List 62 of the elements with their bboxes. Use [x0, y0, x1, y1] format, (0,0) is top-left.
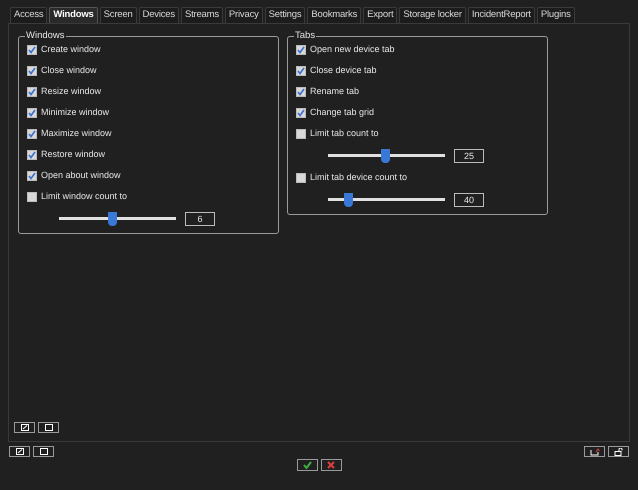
checkbox[interactable]	[27, 171, 37, 181]
uncheck-all-button[interactable]	[38, 422, 59, 433]
checked-box-icon	[20, 424, 28, 431]
checkbox[interactable]	[27, 150, 37, 160]
slider-thumb[interactable]	[108, 212, 117, 226]
uncheck-all-button[interactable]	[33, 446, 54, 457]
cancel-button[interactable]	[320, 459, 342, 471]
tab[interactable]: Bookmarks	[307, 7, 362, 23]
checkbox[interactable]	[296, 66, 306, 76]
tab[interactable]: Plugins	[536, 7, 575, 23]
tab[interactable]: Devices	[138, 7, 179, 23]
tab[interactable]: IncidentReport	[468, 7, 535, 23]
tab[interactable]: Streams	[180, 7, 223, 23]
checkbox-option[interactable]: Open about window	[27, 169, 270, 183]
check-all-button[interactable]	[9, 446, 30, 457]
tab[interactable]: Access	[10, 7, 48, 23]
checkbox-option[interactable]: Change tab grid	[296, 106, 539, 120]
checkbox[interactable]	[27, 192, 37, 202]
checkbox-option[interactable]: Limit tab device count to	[296, 171, 539, 185]
checkbox-option[interactable]: Resize window	[27, 85, 270, 99]
checkbox-option[interactable]: Restore window	[27, 148, 270, 162]
checkbox-option[interactable]: Limit window count to	[27, 190, 270, 204]
checkbox[interactable]	[27, 87, 37, 97]
checkbox[interactable]	[27, 66, 37, 76]
empty-box-icon	[40, 448, 48, 455]
export-button[interactable]	[584, 446, 605, 457]
slider-thumb[interactable]	[344, 193, 353, 207]
checkbox-option[interactable]: Open new device tab	[296, 43, 539, 57]
checkbox[interactable]	[296, 45, 306, 55]
tab[interactable]: Windows	[49, 7, 98, 23]
slider-thumb[interactable]	[381, 149, 390, 163]
value-field[interactable]: 6	[185, 212, 215, 226]
check-all-button[interactable]	[14, 422, 35, 433]
checkbox[interactable]	[296, 108, 306, 118]
empty-box-icon	[44, 424, 52, 431]
tab[interactable]: Screen	[100, 7, 137, 23]
checkbox-option[interactable]: Minimize window	[27, 106, 270, 120]
checkbox-option[interactable]: Close window	[27, 64, 270, 78]
checkbox[interactable]	[296, 87, 306, 97]
checkbox-option[interactable]: Create window	[27, 43, 270, 57]
tray-arrow-icon	[590, 448, 600, 456]
checkbox-option[interactable]: Limit tab count to	[296, 127, 539, 141]
checkbox[interactable]	[27, 45, 37, 55]
checkmark-icon	[302, 461, 312, 469]
checkbox[interactable]	[296, 129, 306, 139]
checkbox-option[interactable]: Rename tab	[296, 85, 539, 99]
checkbox[interactable]	[27, 129, 37, 139]
checkbox[interactable]	[296, 173, 306, 183]
checked-box-icon	[16, 448, 24, 455]
padlock-icon	[614, 448, 624, 456]
checkbox[interactable]	[27, 108, 37, 118]
unlock-button[interactable]	[608, 446, 629, 457]
tab[interactable]: Export	[363, 7, 398, 23]
checkbox-option[interactable]: Close device tab	[296, 64, 539, 78]
tab[interactable]: Settings	[264, 7, 306, 23]
ok-button[interactable]	[296, 459, 318, 471]
checkbox-option[interactable]: Maximize window	[27, 127, 270, 141]
tab[interactable]: Storage locker	[399, 7, 466, 23]
tab[interactable]: Privacy	[224, 7, 263, 23]
cross-icon	[327, 461, 335, 469]
value-field[interactable]: 25	[454, 149, 484, 163]
value-field[interactable]: 40	[454, 193, 484, 207]
